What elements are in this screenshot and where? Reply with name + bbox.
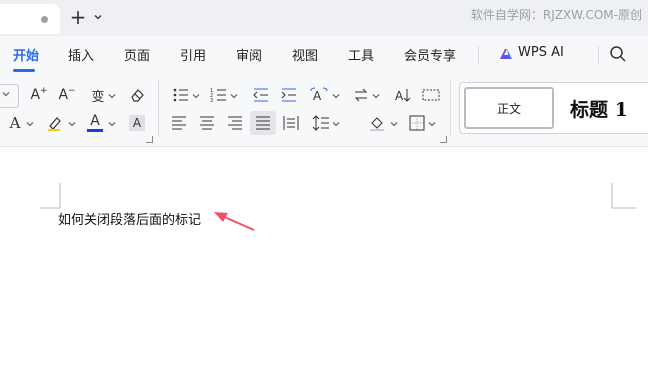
numbered-list-icon: 123	[210, 88, 226, 103]
font-size-box[interactable]	[0, 84, 19, 108]
chevron-down-icon[interactable]	[372, 92, 380, 100]
phonetic-icon: 变	[91, 89, 105, 105]
shading-button[interactable]	[364, 111, 390, 135]
font-color-bar	[87, 129, 103, 132]
wps-ai-logo-icon	[500, 49, 512, 59]
paragraph-marks-icon	[422, 89, 440, 101]
numbering-button[interactable]: 123	[206, 83, 232, 107]
grow-font-label: A	[30, 87, 41, 103]
menu-divider	[478, 46, 479, 64]
tab-home[interactable]: 开始	[13, 45, 39, 64]
document-paragraph[interactable]: 如何关闭段落后面的标记	[58, 209, 201, 228]
bullets-button[interactable]	[168, 83, 194, 107]
title-bar: + 软件自学网：RJZXW.COM-原创	[0, 0, 648, 36]
highlight-button[interactable]	[42, 111, 68, 135]
line-spacing-icon	[312, 115, 329, 131]
chevron-down-icon[interactable]	[92, 11, 104, 23]
document-canvas[interactable]	[0, 147, 648, 376]
svg-text:A: A	[395, 89, 404, 103]
character-shading-button[interactable]: A	[124, 111, 150, 135]
tab-page[interactable]: 页面	[124, 45, 150, 64]
watermark-text: 软件自学网：RJZXW.COM-原创	[470, 8, 642, 22]
indent-icon	[281, 88, 296, 102]
chevron-down-icon[interactable]	[428, 120, 436, 128]
document-tab[interactable]	[0, 4, 60, 34]
annotation-arrow-icon	[214, 212, 255, 231]
clear-format-button[interactable]	[124, 83, 150, 107]
line-spacing-button[interactable]	[308, 111, 334, 135]
eraser-icon	[131, 89, 144, 102]
new-tab-button[interactable]: +	[68, 6, 88, 28]
align-right-button[interactable]	[222, 111, 248, 135]
swap-direction-icon	[354, 88, 368, 102]
unsaved-dot-icon	[41, 16, 48, 23]
highlighter-icon	[48, 117, 61, 131]
align-center-button[interactable]	[194, 111, 220, 135]
style-normal[interactable]: 正文	[464, 87, 554, 129]
chevron-down-icon[interactable]	[332, 92, 340, 100]
right-crop-mark	[611, 183, 636, 209]
search-icon[interactable]	[608, 44, 628, 64]
text-effect-icon: A	[9, 114, 21, 132]
justify-button[interactable]	[250, 111, 276, 135]
borders-icon	[409, 115, 425, 131]
ribbon-menu: 开始 插入 页面 引用 审阅 视图 工具 会员专享 WPS AI	[0, 36, 648, 72]
sort-button[interactable]: A	[390, 83, 416, 107]
distributed-align-button[interactable]	[278, 111, 304, 135]
show-marks-button[interactable]	[418, 83, 444, 107]
text-direction-button[interactable]	[348, 83, 374, 107]
chinese-layout-button[interactable]: A	[306, 83, 332, 107]
align-right-icon	[228, 116, 242, 130]
shrink-font-label: A	[58, 87, 69, 103]
tab-tools[interactable]: 工具	[348, 45, 374, 64]
paint-bucket-icon	[370, 117, 384, 131]
outdent-icon	[253, 88, 268, 102]
font-color-button[interactable]: A	[82, 111, 108, 135]
chevron-down-icon[interactable]	[26, 120, 34, 128]
svg-text:A: A	[313, 89, 322, 103]
chevron-down-icon[interactable]	[192, 92, 200, 100]
character-shading-icon: A	[129, 115, 145, 131]
chevron-down-icon[interactable]	[390, 120, 398, 128]
increase-indent-button[interactable]	[276, 83, 302, 107]
grow-font-button[interactable]: A +	[26, 83, 52, 107]
toolbar-divider	[450, 80, 451, 136]
distributed-align-icon	[283, 116, 299, 130]
chevron-down-icon[interactable]	[108, 92, 116, 100]
tab-wps-ai[interactable]: WPS AI	[518, 45, 564, 60]
chevron-down-icon[interactable]	[230, 92, 238, 100]
svg-text:3: 3	[210, 98, 213, 103]
tab-member[interactable]: 会员专享	[404, 45, 456, 64]
toolbar-divider	[158, 80, 159, 136]
font-dialog-launcher[interactable]	[146, 136, 153, 143]
font-color-letter-icon: A	[90, 113, 100, 129]
shrink-font-button[interactable]: A −	[54, 83, 80, 107]
decrease-indent-button[interactable]	[248, 83, 274, 107]
text-effect-button[interactable]: A	[2, 111, 28, 135]
left-crop-mark	[40, 183, 61, 209]
align-left-icon	[172, 116, 186, 130]
tab-references[interactable]: 引用	[180, 45, 206, 64]
tab-view[interactable]: 视图	[292, 45, 318, 64]
justify-icon	[256, 116, 270, 130]
align-center-icon	[200, 116, 214, 130]
borders-button[interactable]	[404, 111, 430, 135]
chevron-down-icon[interactable]	[332, 120, 340, 128]
paragraph-dialog-launcher[interactable]	[440, 136, 447, 143]
tab-review[interactable]: 审阅	[236, 45, 262, 64]
chevron-down-icon[interactable]	[108, 120, 116, 128]
bullet-list-icon	[173, 88, 188, 102]
text-direction-icon: A	[310, 87, 328, 103]
style-heading-1[interactable]: 标题 1	[570, 95, 628, 122]
style-gallery: 正文 标题 1	[459, 82, 648, 134]
menu-divider	[598, 46, 599, 64]
tab-insert[interactable]: 插入	[68, 45, 94, 64]
sort-icon: A	[395, 89, 411, 103]
chevron-down-icon[interactable]	[68, 120, 76, 128]
align-left-button[interactable]	[166, 111, 192, 135]
